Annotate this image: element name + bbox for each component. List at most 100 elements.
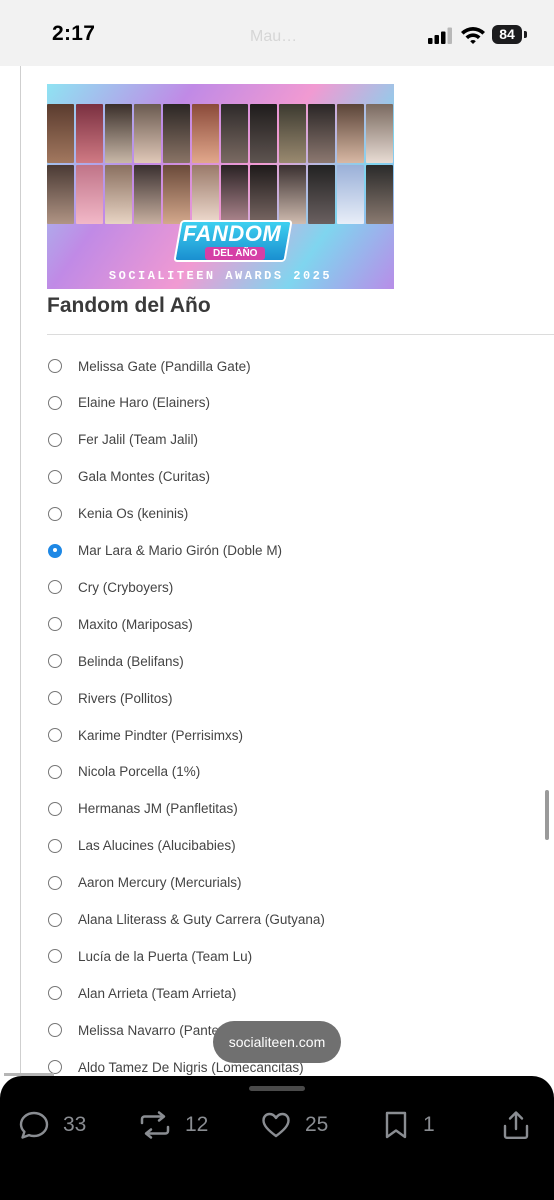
article-content[interactable]: FANDOM DEL AÑO SOCIALITEEN AWARDS 2025 F…: [0, 66, 554, 1076]
battery-indicator: 84: [492, 25, 522, 44]
banner-photo: [76, 165, 103, 224]
poll-option[interactable]: Alan Arrieta (Team Arrieta): [48, 981, 236, 1005]
bookmark-count: 1: [423, 1113, 435, 1136]
heart-icon: [262, 1112, 290, 1138]
repost-button[interactable]: 12: [138, 1108, 208, 1142]
radio-button[interactable]: [48, 1060, 62, 1075]
banner-photo: [366, 165, 393, 224]
radio-button[interactable]: [48, 801, 62, 816]
banner-photo-row-2: [47, 165, 394, 224]
radio-button-selected[interactable]: [48, 543, 62, 558]
poll-option-label: Melissa Gate (Pandilla Gate): [78, 358, 251, 374]
radio-button[interactable]: [48, 949, 62, 964]
sheet-grabber[interactable]: [249, 1086, 305, 1091]
radio-button[interactable]: [48, 469, 62, 484]
radio-button[interactable]: [48, 986, 62, 1001]
reply-button[interactable]: 33: [18, 1108, 86, 1142]
poll-option[interactable]: Kenia Os (keninis): [48, 502, 188, 526]
banner-photo: [192, 104, 219, 163]
radio-button[interactable]: [48, 395, 62, 410]
poll-option-label: Belinda (Belifans): [78, 653, 184, 669]
banner-photo: [366, 104, 393, 163]
poll-option[interactable]: Cry (Cryboyers): [48, 575, 173, 599]
banner-photo: [308, 165, 335, 224]
poll-option-label: Las Alucines (Alucibabies): [78, 838, 236, 854]
poll-option-label: Hermanas JM (Panfletitas): [78, 801, 238, 817]
radio-button[interactable]: [48, 691, 62, 706]
radio-button[interactable]: [48, 654, 62, 669]
poll-option[interactable]: Alana Lliterass & Guty Carrera (Gutyana): [48, 908, 325, 932]
share-icon: [503, 1111, 529, 1139]
repost-icon: [140, 1111, 170, 1139]
poll-option-label: Mar Lara & Mario Girón (Doble M): [78, 543, 283, 558]
banner-photo: [221, 104, 248, 163]
poll-option[interactable]: Gala Montes (Curitas): [48, 465, 210, 489]
banner-photo: [134, 104, 161, 163]
banner-photo: [134, 165, 161, 224]
poll-option[interactable]: Rivers (Pollitos): [48, 686, 173, 710]
radio-button[interactable]: [48, 764, 62, 779]
scrollbar-thumb[interactable]: [545, 790, 549, 840]
poll-option-label: Rivers (Pollitos): [78, 690, 173, 706]
radio-button[interactable]: [48, 580, 62, 595]
banner-badge-title: FANDOM: [182, 221, 282, 246]
banner-photo: [337, 165, 364, 224]
banner-photo: [308, 104, 335, 163]
banner-photo: [192, 165, 219, 224]
poll-option-label: Alan Arrieta (Team Arrieta): [78, 985, 237, 1001]
poll-option[interactable]: Lucía de la Puerta (Team Lu): [48, 944, 252, 968]
banner-photo: [47, 165, 74, 224]
content-left-border: [20, 66, 21, 1076]
poll-option-label: Maxito (Mariposas): [78, 616, 193, 632]
radio-button[interactable]: [48, 875, 62, 890]
poll-option-label: Kenia Os (keninis): [78, 506, 189, 522]
status-time: 2:17: [52, 22, 96, 45]
radio-button[interactable]: [48, 728, 62, 742]
repost-count: 12: [185, 1113, 209, 1136]
poll-option[interactable]: Melissa Gate (Pandilla Gate): [48, 354, 251, 378]
banner-image: FANDOM DEL AÑO SOCIALITEEN AWARDS 2025: [47, 84, 394, 289]
radio-button[interactable]: [48, 359, 62, 373]
reply-icon: [19, 1111, 49, 1139]
poll-option[interactable]: Maxito (Mariposas): [48, 612, 193, 636]
poll-option[interactable]: Belinda (Belifans): [48, 649, 184, 673]
banner-photo: [337, 104, 364, 163]
radio-button[interactable]: [48, 432, 62, 447]
radio-button[interactable]: [48, 838, 62, 853]
radio-button[interactable]: [48, 912, 62, 927]
poll-option-label: Lucía de la Puerta (Team Lu): [78, 948, 253, 964]
poll-option[interactable]: Melissa Navarro (Pante…: [48, 1018, 233, 1042]
poll-option[interactable]: Karime Pindter (Perrisimxs): [48, 723, 243, 747]
radio-button[interactable]: [48, 506, 62, 521]
status-faded-title: Mau…: [250, 28, 298, 45]
title-divider: [47, 334, 554, 335]
reply-count: 33: [63, 1113, 87, 1136]
poll-option-label: Nicola Porcella (1%): [78, 764, 201, 780]
poll-option-label: Karime Pindter (Perrisimxs): [78, 727, 244, 743]
banner-photo: [47, 104, 74, 163]
radio-button[interactable]: [48, 617, 62, 632]
poll-option-label: Alana Lliterass & Guty Carrera (Gutyana): [78, 912, 325, 927]
cellular-signal-icon: [428, 27, 452, 44]
battery-tip: [524, 31, 527, 38]
banner-photo: [279, 104, 306, 163]
poll-option[interactable]: Elaine Haro (Elainers): [48, 391, 210, 415]
radio-button[interactable]: [48, 1023, 62, 1038]
poll-option[interactable]: Aaron Mercury (Mercurials): [48, 871, 242, 895]
banner-photo: [221, 165, 248, 224]
like-button[interactable]: 25: [260, 1108, 328, 1142]
bookmark-button[interactable]: 1: [382, 1108, 435, 1142]
banner-photo: [250, 165, 277, 224]
poll-option[interactable]: Nicola Porcella (1%): [48, 760, 200, 784]
banner-caption: SOCIALITEEN AWARDS 2025: [108, 269, 333, 283]
share-button[interactable]: [501, 1108, 531, 1142]
poll-option[interactable]: Fer Jalil (Team Jalil): [48, 428, 198, 452]
poll-option[interactable]: Las Alucines (Alucibabies): [48, 834, 236, 858]
banner-photo: [163, 165, 190, 224]
banner-photo: [105, 165, 132, 224]
poll-option[interactable]: Mar Lara & Mario Girón (Doble M): [48, 539, 282, 563]
domain-toast[interactable]: socialiteen.com: [213, 1021, 341, 1063]
poll-option-label: Aaron Mercury (Mercurials): [78, 875, 242, 891]
poll-option[interactable]: Hermanas JM (Panfletitas): [48, 797, 238, 821]
banner-photo: [105, 104, 132, 163]
